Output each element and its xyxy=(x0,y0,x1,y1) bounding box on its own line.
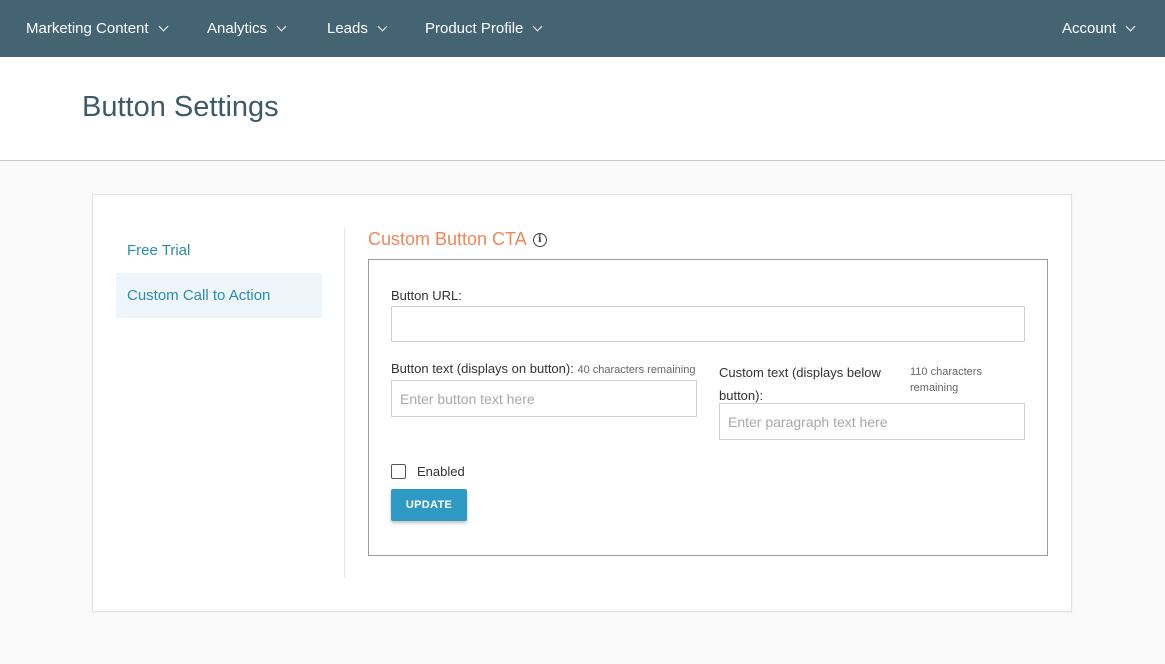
chevron-down-icon xyxy=(1125,21,1136,31)
custom-text-remaining-line1: 110 characters xyxy=(910,366,982,378)
info-circle-icon[interactable]: i xyxy=(532,232,547,247)
button-text-remaining: 40 characters remaining xyxy=(577,364,696,376)
chevron-down-icon xyxy=(276,21,287,31)
custom-text-label-line1: Custom text (displays below xyxy=(719,365,881,380)
section-title-text: Custom Button CTA xyxy=(368,229,527,249)
page-title: Button Settings xyxy=(82,91,279,123)
nav-marketing-content[interactable]: Marketing Content xyxy=(26,0,169,57)
settings-sidebar: Free Trial Custom Call to Action xyxy=(116,228,322,318)
custom-text-remaining: 110 characters remaining xyxy=(910,364,982,396)
nav-analytics[interactable]: Analytics xyxy=(207,0,287,57)
nav-label: Analytics xyxy=(207,20,268,37)
chevron-down-icon xyxy=(158,21,169,31)
button-text-label: Button text (displays on button): 40 cha… xyxy=(391,361,695,376)
nav-product-profile[interactable]: Product Profile xyxy=(425,0,543,57)
cta-form: Button URL: Button text (displays on but… xyxy=(368,259,1048,556)
nav-label: Account xyxy=(1062,20,1117,37)
chevron-down-icon xyxy=(377,21,388,31)
page-header: Button Settings xyxy=(0,57,1165,161)
enabled-checkbox[interactable] xyxy=(391,464,406,479)
update-button[interactable]: UPDATE xyxy=(391,489,467,521)
top-navigation-bar: Marketing Content Analytics Leads Produc… xyxy=(0,0,1165,57)
nav-account[interactable]: Account xyxy=(1062,0,1136,57)
button-text-label-text: Button text (displays on button): xyxy=(391,361,574,376)
button-url-input[interactable] xyxy=(391,306,1025,342)
sidebar-item-custom-call-to-action[interactable]: Custom Call to Action xyxy=(116,273,322,318)
nav-label: Marketing Content xyxy=(26,20,149,37)
enabled-label: Enabled xyxy=(417,464,465,479)
custom-text-label: Custom text (displays below button): xyxy=(719,361,881,407)
button-text-input[interactable] xyxy=(391,380,697,417)
settings-card: Free Trial Custom Call to Action Custom … xyxy=(92,194,1072,612)
custom-text-remaining-line2: remaining xyxy=(910,382,959,394)
custom-text-input[interactable] xyxy=(719,403,1025,440)
nav-label: Leads xyxy=(327,20,368,37)
button-url-label: Button URL: xyxy=(391,288,462,303)
chevron-down-icon xyxy=(532,21,543,31)
nav-leads[interactable]: Leads xyxy=(327,0,388,57)
custom-text-label-line2: button): xyxy=(719,388,764,403)
sidebar-item-free-trial[interactable]: Free Trial xyxy=(116,228,322,273)
nav-label: Product Profile xyxy=(425,20,524,37)
section-title: Custom Button CTA i xyxy=(368,229,547,250)
vertical-divider xyxy=(344,228,345,578)
